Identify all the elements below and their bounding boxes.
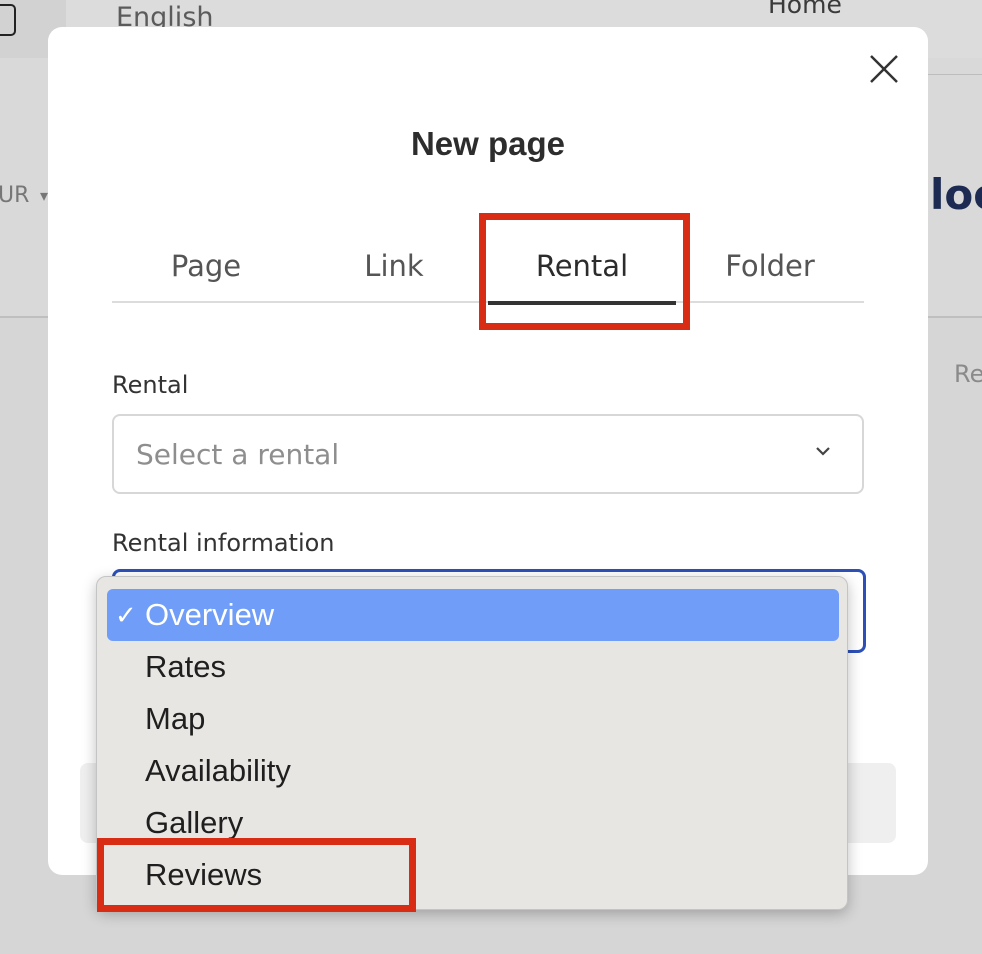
- chevron-down-icon: [816, 447, 830, 456]
- option-availability[interactable]: Availability: [107, 745, 839, 797]
- option-label: Rates: [145, 649, 226, 684]
- option-label: Reviews: [145, 857, 263, 892]
- option-label: Overview: [145, 597, 275, 632]
- option-overview[interactable]: ✓ Overview: [107, 589, 839, 641]
- option-label: Gallery: [145, 805, 244, 840]
- tab-page[interactable]: Page: [112, 243, 300, 303]
- background-corner-icon: [0, 4, 16, 36]
- tab-link[interactable]: Link: [300, 243, 488, 303]
- close-button[interactable]: [866, 51, 902, 87]
- rental-field-label: Rental: [112, 371, 189, 399]
- option-label: Availability: [145, 753, 291, 788]
- tab-folder[interactable]: Folder: [676, 243, 864, 303]
- rental-select-placeholder: Select a rental: [136, 438, 340, 471]
- rental-information-label: Rental information: [112, 529, 335, 557]
- background-side-text: Re: [954, 360, 982, 388]
- background-logo: loc: [930, 170, 982, 219]
- option-label: Map: [145, 701, 206, 736]
- background-currency: UR: [0, 183, 30, 208]
- checkmark-icon: ✓: [115, 600, 137, 630]
- option-map[interactable]: Map: [107, 693, 839, 745]
- background-divider: [928, 74, 982, 75]
- close-icon: [870, 55, 898, 83]
- rental-information-dropdown: ✓ Overview Rates Map Availability Galler…: [96, 576, 848, 910]
- modal-title: New page: [410, 125, 566, 162]
- option-gallery[interactable]: Gallery: [107, 797, 839, 849]
- background-currency-caret-icon: ▾: [40, 186, 49, 205]
- rental-select[interactable]: Select a rental: [112, 414, 864, 494]
- background-nav-home: Home: [768, 0, 842, 19]
- page-type-tabs: Page Link Rental Folder: [112, 243, 864, 305]
- tab-rental[interactable]: Rental: [488, 243, 676, 305]
- option-reviews[interactable]: Reviews: [107, 849, 839, 901]
- option-rates[interactable]: Rates: [107, 641, 839, 693]
